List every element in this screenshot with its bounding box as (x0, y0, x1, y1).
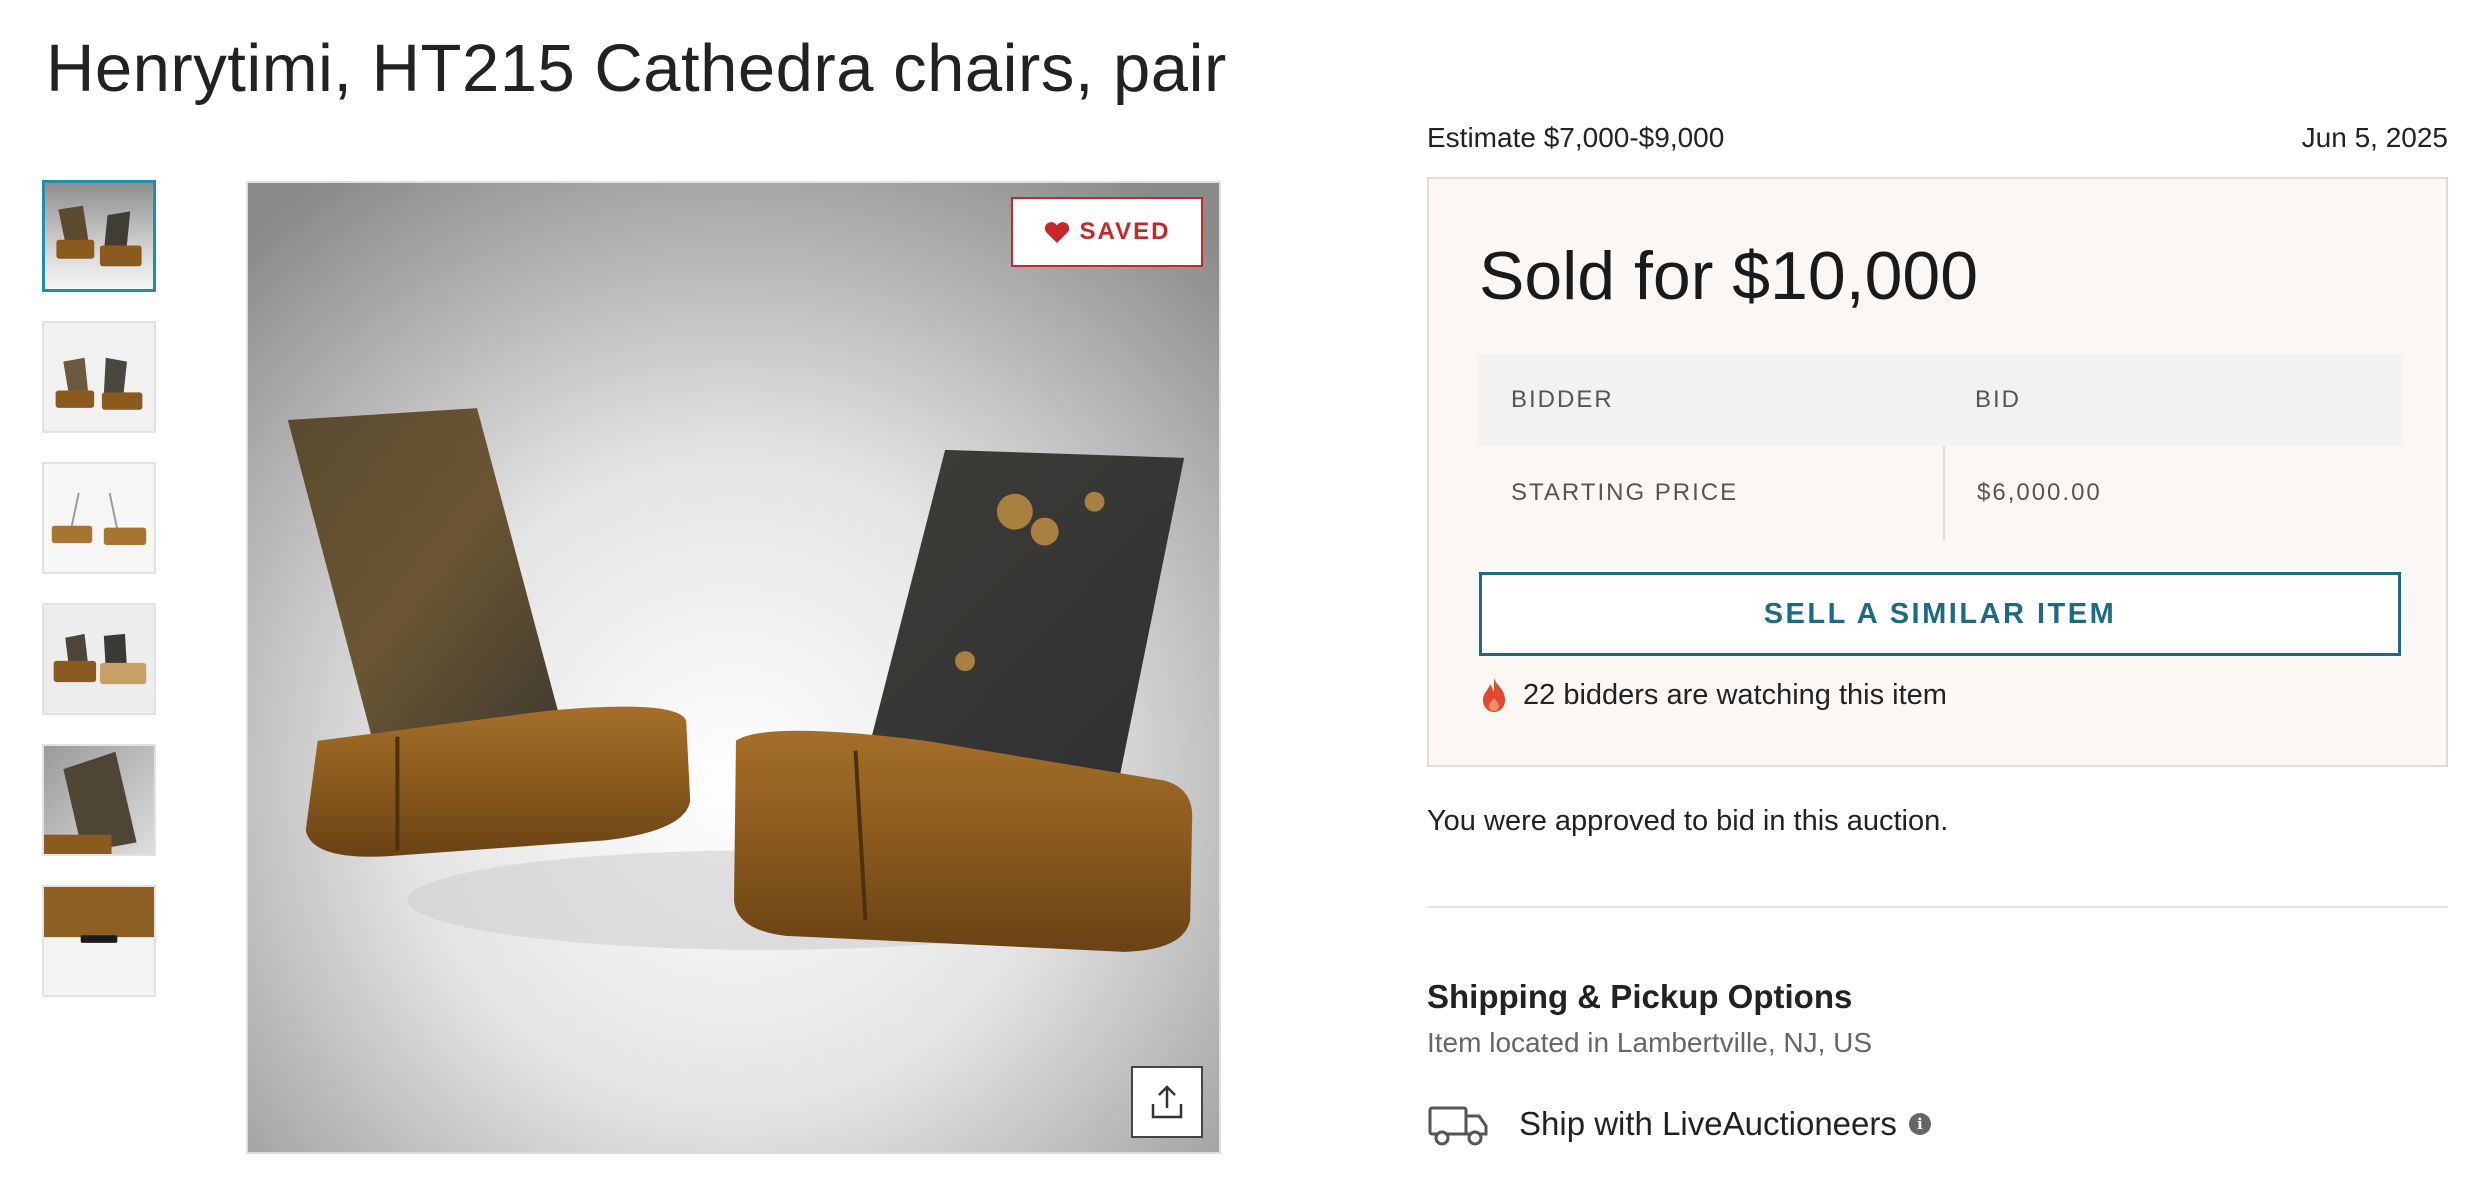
bid-history-table: BIDDER BID STARTING PRICE $6,000.00 (1479, 354, 2401, 540)
sold-result-card: Sold for $10,000 BIDDER BID STARTING PRI… (1427, 177, 2448, 767)
sell-similar-item-label: SELL A SIMILAR ITEM (1763, 597, 2117, 630)
thumbnail-5[interactable] (42, 744, 156, 856)
chairs-photo (248, 183, 1219, 1152)
shipping-title: Shipping & Pickup Options (1427, 978, 1853, 1015)
item-location: Item located in Lambertville, NJ, US (1427, 1027, 1873, 1058)
approval-message: You were approved to bid in this auction… (1427, 805, 1949, 837)
share-icon (1151, 1085, 1183, 1119)
thumbnail-2[interactable] (42, 321, 156, 433)
watching-text: 22 bidders are watching this item (1523, 678, 1947, 711)
info-icon[interactable]: i (1908, 1113, 1931, 1135)
ship-option-label: Ship with LiveAuctioneers (1519, 1105, 1897, 1142)
bid-cell: $6,000.00 (1943, 446, 2401, 540)
thumbnail-1[interactable] (42, 180, 156, 292)
column-header-bidder: BIDDER (1511, 386, 1614, 413)
thumbnail-image (44, 746, 154, 854)
estimate: Estimate $7,000-$9,000 (1427, 122, 1725, 153)
ship-with-liveauctioneers-option[interactable]: Ship with LiveAuctioneers i (1427, 1100, 1931, 1148)
thumbnail-list (42, 180, 156, 1026)
truck-icon (1428, 1106, 1488, 1146)
saved-button[interactable]: SAVED (1011, 197, 1203, 267)
thumbnail-4[interactable] (42, 603, 156, 715)
section-divider (1427, 906, 2448, 908)
sell-similar-item-button[interactable]: SELL A SIMILAR ITEM (1479, 572, 2401, 656)
thumbnail-3[interactable] (42, 462, 156, 574)
thumbnail-6[interactable] (42, 885, 156, 997)
column-header-bid: BID (1975, 386, 2022, 413)
sold-price: Sold for $10,000 (1479, 238, 1979, 314)
lot-title: Henrytimi, HT215 Cathedra chairs, pair (46, 31, 1227, 106)
watching-notice: 22 bidders are watching this item (1479, 676, 1947, 714)
bidder-cell: STARTING PRICE (1511, 479, 1739, 506)
thumbnail-image (44, 323, 154, 431)
share-button[interactable] (1131, 1066, 1203, 1138)
heart-icon (1044, 222, 1069, 243)
main-image[interactable]: SAVED (246, 181, 1221, 1154)
saved-label: SAVED (1079, 218, 1171, 245)
thumbnail-image (44, 605, 154, 713)
thumbnail-image (45, 183, 153, 289)
thumbnail-image (44, 887, 154, 995)
table-row: STARTING PRICE $6,000.00 (1479, 446, 2401, 540)
table-header: BIDDER BID (1479, 354, 2401, 446)
flame-icon (1483, 678, 1505, 712)
sale-date: Jun 5, 2025 (2301, 122, 2448, 153)
thumbnail-image (44, 464, 154, 572)
